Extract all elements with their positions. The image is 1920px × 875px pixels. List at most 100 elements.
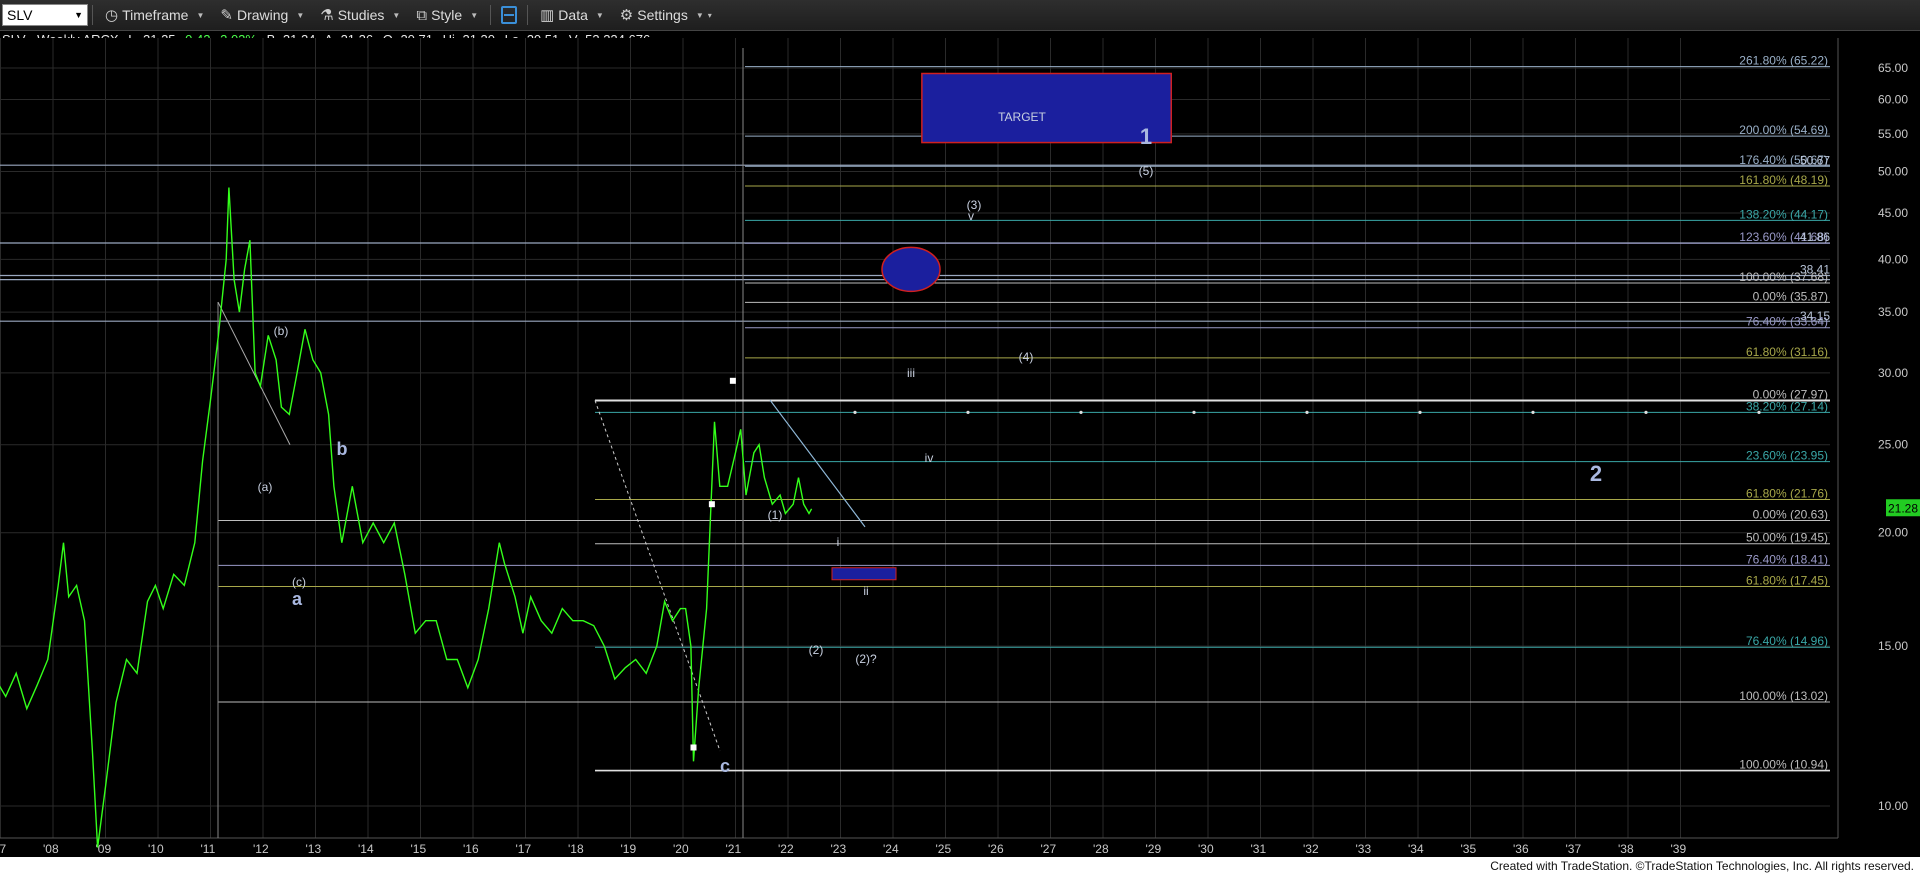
side-value-label: 41.86 — [1800, 230, 1830, 244]
fib-level-label: 161.80% (48.19) — [1739, 173, 1828, 187]
x-tick-label: '10 — [148, 842, 164, 855]
dot-marker — [1079, 410, 1083, 414]
dot-marker — [1644, 410, 1648, 414]
caret-down-icon: ▼ — [695, 10, 704, 20]
clock-icon: ◷ — [105, 7, 119, 24]
symbol-selector[interactable]: SLV ▼ — [2, 4, 88, 26]
x-tick-label: '23 — [831, 842, 847, 855]
x-tick-label: '28 — [1093, 842, 1109, 855]
x-tick-label: '13 — [306, 842, 322, 855]
x-tick-label: '19 — [621, 842, 637, 855]
x-tick-label: '20 — [673, 842, 689, 855]
wave-label: (a) — [258, 480, 273, 494]
timeframe-menu[interactable]: ◷ Timeframe ▼ — [97, 0, 212, 30]
studies-label: Studies — [337, 7, 385, 23]
drawing-menu[interactable]: ✎ Drawing ▼ — [212, 0, 312, 30]
price-chart[interactable]: 10.00 15.00 20.00 25.00 30.00 35.00 40.00 45.00… — [0, 38, 1920, 855]
wave-label: (4) — [1019, 350, 1034, 364]
x-tick-label: '29 — [1146, 842, 1162, 855]
pencil-icon: ✎ — [220, 7, 233, 24]
x-tick-label: '26 — [988, 842, 1004, 855]
x-tick-label: '34 — [1408, 842, 1424, 855]
fib-level-label: 138.20% (44.17) — [1739, 207, 1828, 221]
x-tick-label: '37 — [1566, 842, 1582, 855]
fib-level-label: 100.00% (10.94) — [1739, 758, 1828, 772]
y-tick-label: 55.00 — [1878, 127, 1908, 141]
layout-icon[interactable] — [501, 6, 518, 24]
x-tick-label: '11 — [201, 842, 216, 855]
y-tick-label: 65.00 — [1878, 61, 1908, 75]
style-menu[interactable]: ⧉ Style ▼ — [408, 0, 486, 30]
overflow-icon: ▾ — [707, 10, 712, 20]
wave-label: iv — [925, 451, 934, 465]
style-label: Style — [431, 7, 463, 23]
wave-label: 2 — [1590, 461, 1602, 486]
dot-marker — [966, 410, 970, 414]
fib-level-label: 50.00% (19.45) — [1746, 531, 1828, 545]
dot-marker — [1305, 410, 1309, 414]
wave-iii-ellipse — [881, 246, 941, 293]
dot-marker — [1531, 410, 1535, 414]
x-tick-label: '27 — [1041, 842, 1057, 855]
x-tick-label: '36 — [1513, 842, 1529, 855]
y-tick-label: 15.00 — [1878, 639, 1908, 653]
dot-marker — [1192, 410, 1196, 414]
fib-level-label: 76.40% (18.41) — [1746, 552, 1828, 566]
caret-down-icon: ▼ — [196, 10, 205, 20]
x-tick-label: '15 — [411, 842, 427, 855]
wave-label: TARGET — [998, 110, 1046, 124]
chart-background — [0, 38, 1920, 855]
side-value-label: 34.15 — [1800, 309, 1830, 323]
fib-level-label: 0.00% (20.63) — [1753, 507, 1828, 521]
wave-label: a — [292, 589, 303, 609]
fib-level-label: 61.80% (17.45) — [1746, 573, 1828, 587]
x-tick-label: '39 — [1671, 842, 1687, 855]
y-tick-label: 45.00 — [1878, 206, 1908, 220]
x-tick-label: '12 — [253, 842, 269, 855]
x-tick-label: '07 — [0, 842, 6, 855]
style-icon: ⧉ — [416, 6, 428, 24]
studies-menu[interactable]: ⚗ Studies ▼ — [312, 0, 408, 30]
last-price-label: 21.28 — [1888, 501, 1918, 515]
y-tick-label: 35.00 — [1878, 305, 1908, 319]
wave-label: ii — [863, 584, 868, 598]
x-tick-label: '38 — [1618, 842, 1634, 855]
x-tick-label: '31 — [1251, 842, 1267, 855]
dot-marker — [1418, 410, 1422, 414]
toolbar-divider — [92, 5, 93, 25]
x-tick-label: '14 — [358, 842, 374, 855]
x-tick-label: '22 — [778, 842, 794, 855]
x-tick-label: '16 — [463, 842, 479, 855]
y-tick-label: 60.00 — [1878, 93, 1908, 107]
wave-label: (5) — [1139, 164, 1154, 178]
y-tick-label: 30.00 — [1878, 366, 1908, 380]
wave-label: i — [837, 535, 840, 549]
x-tick-label: '35 — [1461, 842, 1477, 855]
bar-chart-icon: ▥ — [540, 7, 555, 24]
settings-menu[interactable]: ⚙ Settings ▼ ▾ — [612, 0, 720, 30]
wave-label: (b) — [274, 324, 289, 338]
x-tick-label: '25 — [936, 842, 952, 855]
target-box — [921, 72, 1172, 144]
toolbar: SLV ▼ ◷ Timeframe ▼ ✎ Drawing ▼ ⚗ Studie… — [0, 0, 1920, 31]
fib-level-label: 76.40% (14.96) — [1746, 634, 1828, 648]
wave-label: v — [968, 209, 974, 223]
pivot-marker — [708, 501, 715, 508]
data-menu[interactable]: ▥ Data ▼ — [532, 0, 612, 30]
timeframe-label: Timeframe — [122, 7, 189, 23]
caret-down-icon: ▼ — [296, 10, 305, 20]
dot-marker — [1757, 410, 1761, 414]
side-value-label: 38.41 — [1800, 262, 1830, 276]
side-value-label: 50.67 — [1800, 153, 1830, 167]
x-tick-label: '21 — [726, 842, 742, 855]
wave-label: b — [337, 439, 348, 459]
y-tick-label: 10.00 — [1878, 799, 1908, 813]
copyright-footer: Created with TradeStation. ©TradeStation… — [1490, 859, 1914, 873]
wave-label: 1 — [1140, 124, 1152, 149]
caret-down-icon: ▼ — [595, 10, 604, 20]
toolbar-divider — [527, 5, 529, 25]
fib-level-label: 23.60% (23.95) — [1746, 449, 1828, 463]
wave-label: (2) — [809, 643, 824, 657]
data-label: Data — [558, 7, 588, 23]
caret-down-icon: ▼ — [470, 10, 479, 20]
